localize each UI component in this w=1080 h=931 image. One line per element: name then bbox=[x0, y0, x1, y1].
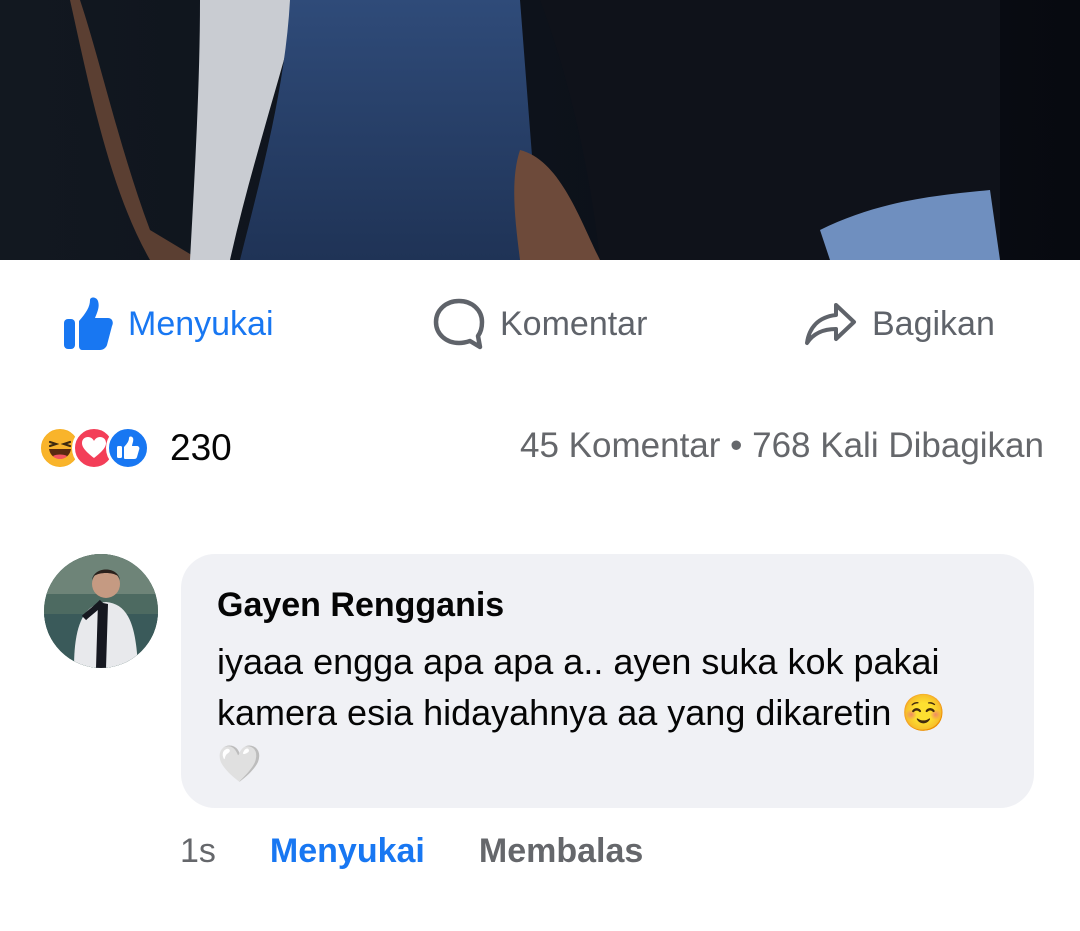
reaction-count: 230 bbox=[170, 427, 232, 468]
thumbs-up-icon bbox=[64, 297, 113, 350]
comment-actions: 1s Menyukai Membalas bbox=[180, 826, 643, 876]
post-stats: 230 45 Komentar • 768 Kali Dibagikan bbox=[0, 412, 1080, 484]
comment-text: iyaaa engga apa apa a.. ayen suka kok pa… bbox=[217, 641, 947, 784]
comment-reply-button[interactable]: Membalas bbox=[479, 832, 643, 871]
comment-bubble-icon bbox=[433, 298, 485, 350]
like-label: Menyukai bbox=[128, 304, 274, 343]
comment-timestamp[interactable]: 1s bbox=[180, 832, 216, 871]
comment-button[interactable]: Komentar bbox=[432, 294, 647, 354]
post-action-bar: Menyukai Komentar Bagikan bbox=[0, 260, 1080, 388]
reactions-summary[interactable]: 230 bbox=[38, 424, 232, 472]
like-icon bbox=[106, 426, 150, 470]
comment-bubble[interactable]: Gayen Rengganis iyaaa engga apa apa a.. … bbox=[181, 554, 1034, 808]
comment-like-button[interactable]: Menyukai bbox=[270, 832, 425, 871]
comment-author[interactable]: Gayen Rengganis bbox=[217, 582, 998, 628]
post-photo[interactable] bbox=[0, 0, 1080, 260]
comment-label: Komentar bbox=[500, 304, 648, 343]
share-arrow-icon bbox=[805, 303, 856, 345]
comments-shares-count[interactable]: 45 Komentar • 768 Kali Dibagikan bbox=[520, 426, 1044, 466]
avatar[interactable] bbox=[44, 554, 158, 668]
share-button[interactable]: Bagikan bbox=[804, 294, 995, 354]
share-label: Bagikan bbox=[872, 304, 995, 343]
like-button[interactable]: Menyukai bbox=[62, 294, 274, 354]
